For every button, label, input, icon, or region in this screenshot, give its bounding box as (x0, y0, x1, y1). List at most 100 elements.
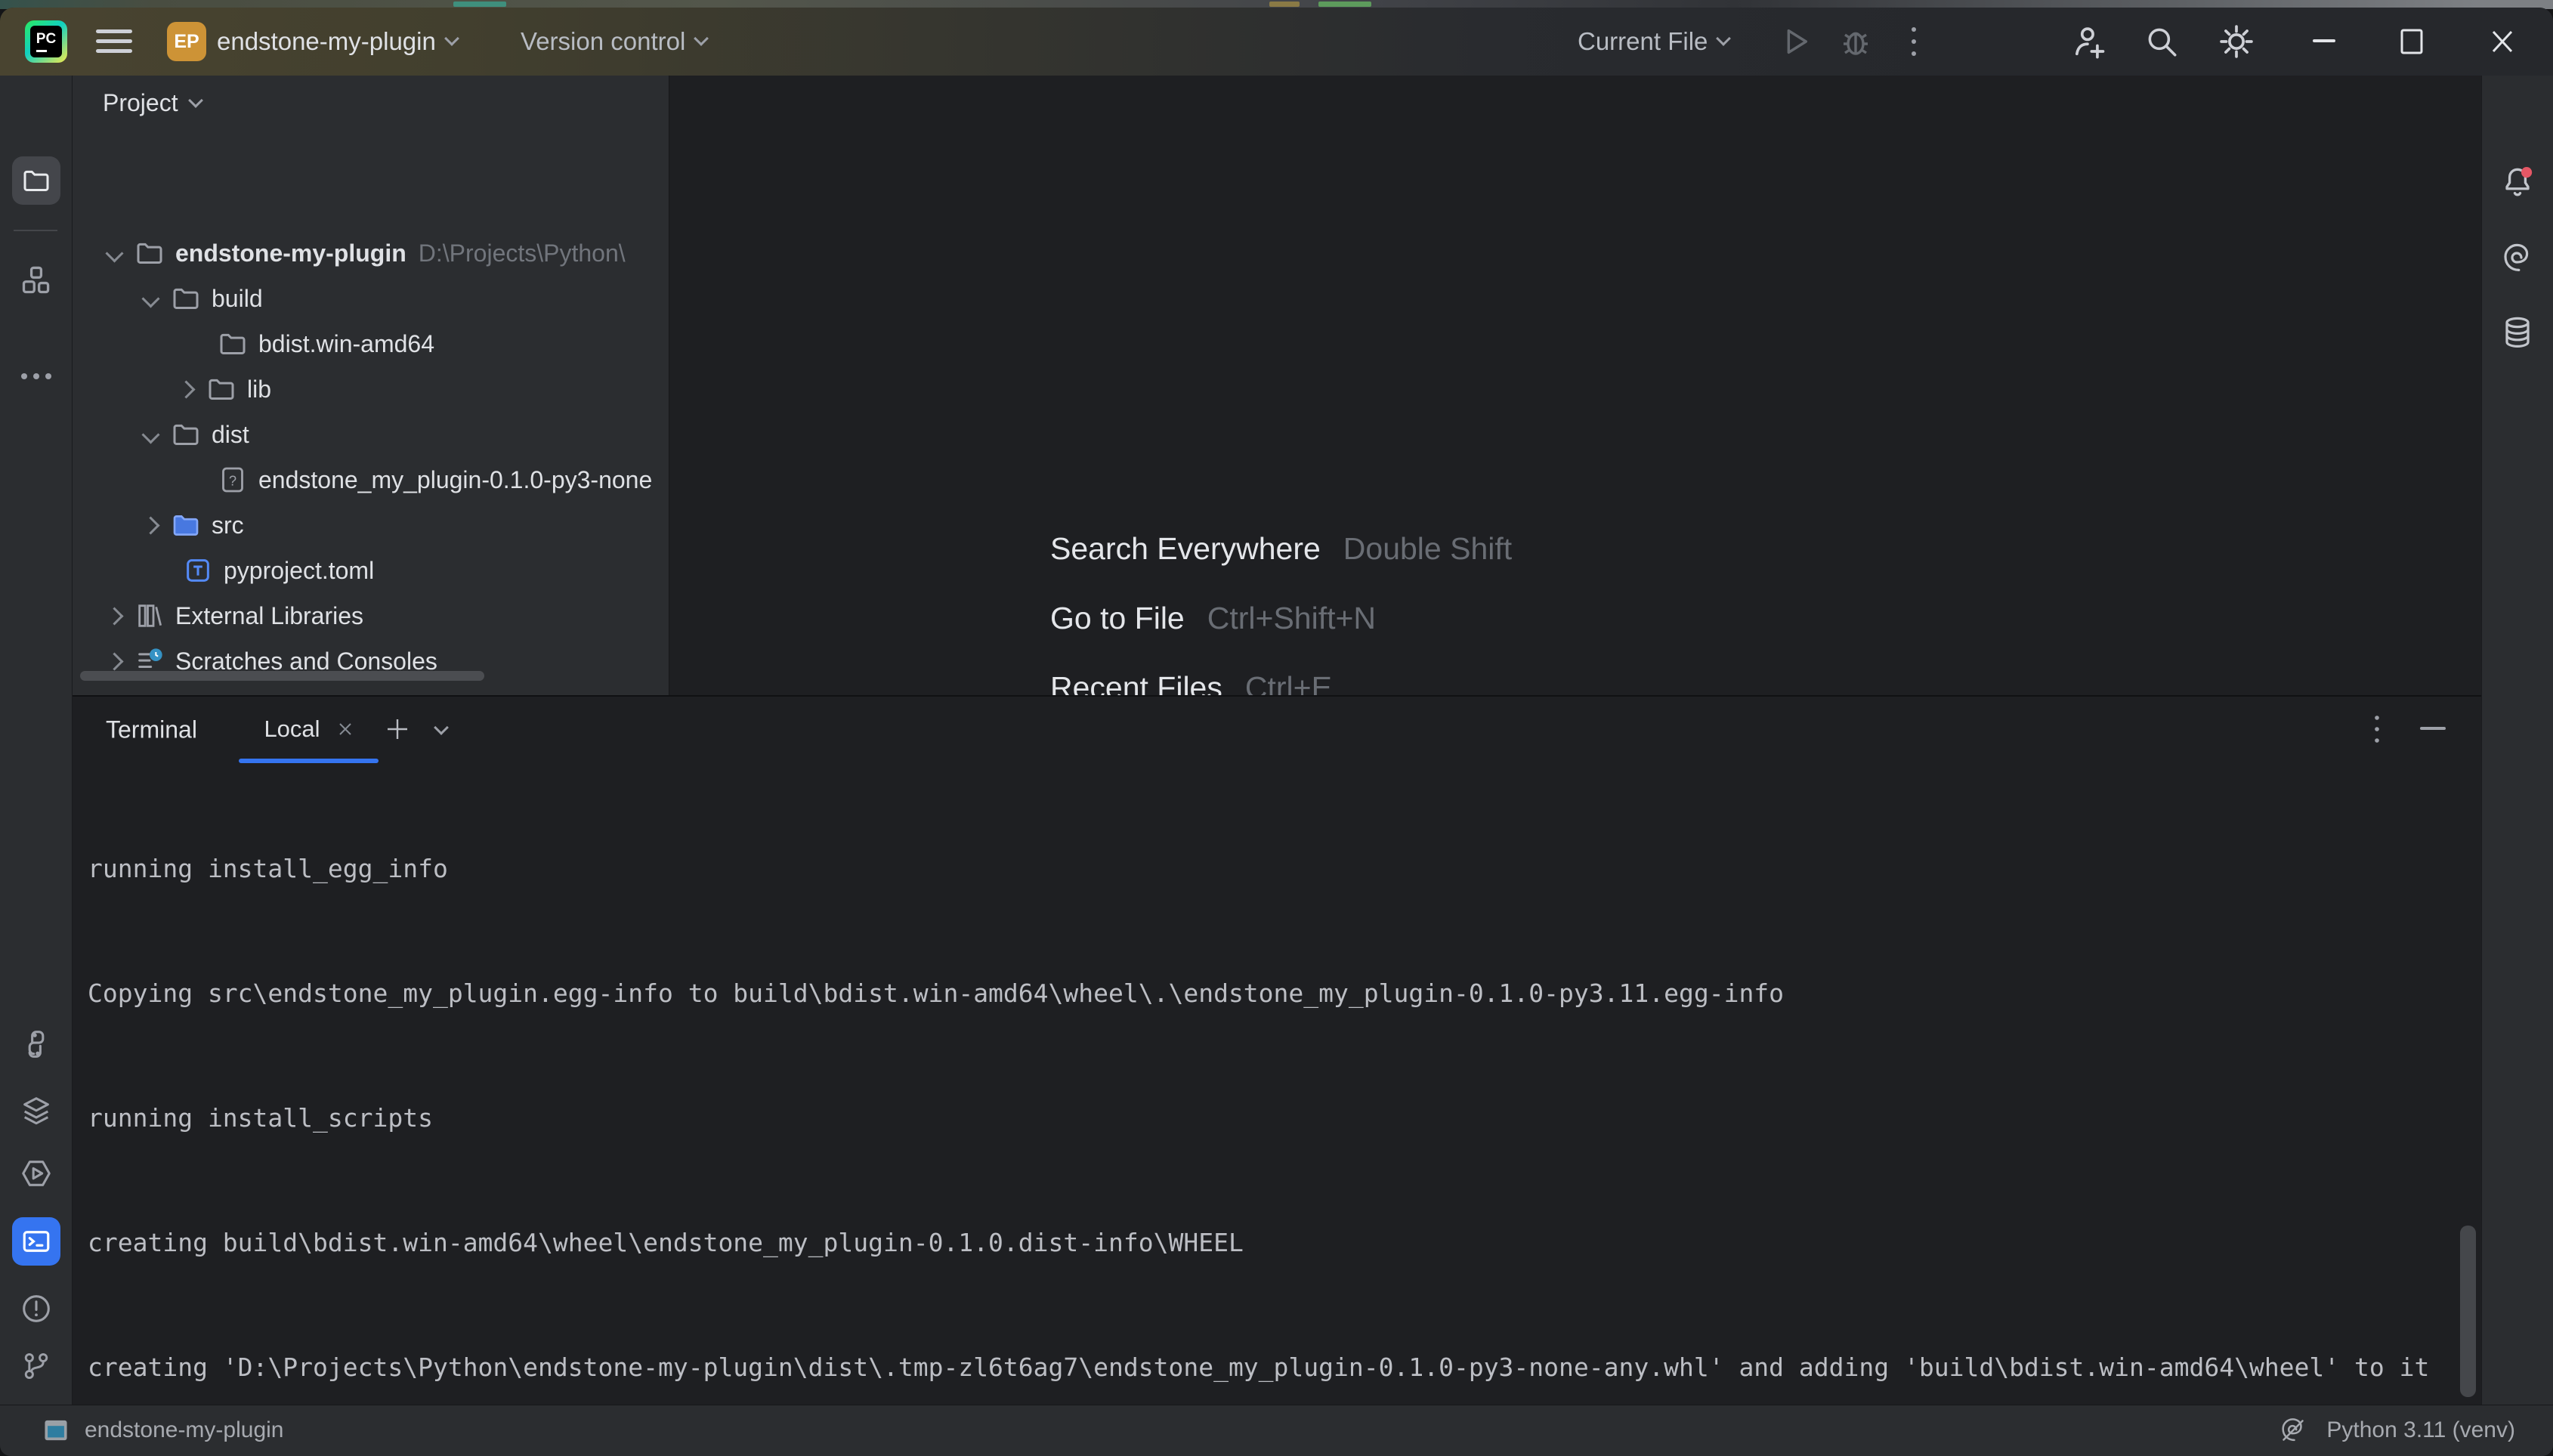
terminal-tab-label: Local (264, 716, 320, 743)
pycharm-logo-icon: PC (25, 20, 67, 63)
terminal-output[interactable]: running install_egg_info Copying src\end… (88, 765, 2459, 1407)
new-terminal-tab-button[interactable] (386, 718, 409, 740)
chevron-down-icon[interactable] (105, 244, 123, 262)
gear-icon (2217, 22, 2256, 61)
left-tool-stripe (0, 76, 73, 1405)
notifications-button[interactable] (2499, 163, 2536, 201)
terminal-scrollbar[interactable] (2460, 1226, 2476, 1397)
settings-button[interactable] (2217, 22, 2256, 61)
run-configuration-widget[interactable]: Current File (1578, 27, 1729, 56)
hide-terminal-button[interactable] (2420, 727, 2446, 731)
tree-item-label: build (212, 285, 263, 313)
chevron-down-icon[interactable] (141, 425, 159, 444)
folder-icon (206, 374, 236, 404)
terminal-tab-local[interactable]: Local (239, 697, 379, 762)
background-fragment (1269, 2, 1300, 7)
structure-tool-button[interactable] (20, 263, 53, 296)
git-branch-icon (20, 1349, 53, 1383)
more-tool-windows-button[interactable] (20, 373, 53, 380)
toml-file-icon (183, 555, 213, 586)
chevron-right-icon[interactable] (105, 607, 123, 625)
minimize-icon (2313, 39, 2335, 44)
close-button[interactable] (2480, 19, 2525, 64)
title-bar: PC EP endstone-my-plugin Version control… (0, 8, 2553, 76)
structure-icon (20, 263, 53, 296)
project-panel: Project endstone-my-plugin D:\Projects\P… (73, 76, 669, 695)
hexagon-play-icon (19, 1156, 54, 1191)
hint-label: Search Everywhere (1050, 531, 1321, 567)
terminal-options-button[interactable] (2373, 713, 2381, 745)
editor-area: Search Everywhere Double Shift Go to Fil… (669, 76, 2482, 695)
hint-shortcut: Double Shift (1343, 531, 1512, 567)
chevron-right-icon[interactable] (141, 516, 159, 534)
tree-row-src[interactable]: src (73, 502, 669, 548)
terminal-icon (20, 1226, 52, 1257)
tree-item-label: dist (212, 421, 249, 449)
services-tool-button[interactable] (19, 1093, 54, 1128)
editor-empty-hints: Search Everywhere Double Shift Go to Fil… (1050, 514, 1512, 722)
tree-row-pyproject[interactable]: pyproject.toml (73, 548, 669, 593)
project-tool-button[interactable] (12, 156, 60, 205)
debug-button[interactable] (1837, 23, 1874, 60)
folder-icon (21, 165, 51, 196)
terminal-title: Terminal (106, 716, 197, 744)
vcs-widget-label: Version control (521, 27, 685, 56)
tree-row-wheel-file[interactable]: ? endstone_my_plugin-0.1.0-py3-none (73, 457, 669, 502)
terminal-tab-dropdown-icon[interactable] (434, 720, 449, 735)
code-with-me-button[interactable] (2069, 22, 2108, 61)
terminal-panel: Terminal Local running install_egg_info … (73, 695, 2482, 1407)
chevron-down-icon (1716, 31, 1731, 46)
search-everywhere-button[interactable] (2143, 23, 2181, 60)
terminal-tool-button[interactable] (12, 1217, 60, 1266)
pycharm-window: PC EP endstone-my-plugin Version control… (0, 8, 2553, 1456)
folder-icon (218, 329, 248, 359)
tree-item-label: src (212, 512, 244, 539)
kebab-icon (1909, 23, 1919, 60)
status-interpreter-label: Python 3.11 (venv) (2326, 1417, 2515, 1443)
database-button[interactable] (2499, 314, 2536, 351)
tree-row-lib[interactable]: lib (73, 366, 669, 412)
ai-assistant-icon (2499, 240, 2536, 277)
window-icon (42, 1418, 70, 1442)
terminal-line: creating 'D:\Projects\Python\endstone-my… (88, 1346, 2459, 1388)
problems-tool-button[interactable] (19, 1291, 54, 1326)
tree-item-label: lib (247, 376, 271, 403)
run-tool-button[interactable] (19, 1156, 54, 1191)
database-icon (2499, 314, 2536, 351)
main-menu-button[interactable] (96, 26, 132, 57)
project-panel-header[interactable]: Project (103, 89, 201, 117)
maximize-icon (2400, 29, 2423, 54)
ai-assistant-button[interactable] (2499, 240, 2536, 277)
chevron-down-icon[interactable] (141, 289, 159, 308)
tree-row-bdist[interactable]: bdist.win-amd64 (73, 321, 669, 366)
minimize-button[interactable] (2301, 19, 2347, 64)
tree-item-label: bdist.win-amd64 (258, 330, 434, 358)
close-tab-icon[interactable] (337, 721, 354, 737)
chevron-right-icon[interactable] (177, 380, 195, 398)
folder-icon (134, 238, 165, 268)
version-control-tool-button[interactable] (20, 1349, 53, 1383)
unknown-file-icon: ? (218, 465, 248, 495)
status-bar: endstone-my-plugin Python 3.11 (venv) (0, 1405, 2553, 1456)
tree-row-dist[interactable]: dist (73, 412, 669, 457)
right-tool-stripe (2481, 76, 2553, 1405)
screen: PC EP endstone-my-plugin Version control… (0, 0, 2553, 1456)
run-button[interactable] (1777, 24, 1812, 59)
chevron-right-icon[interactable] (105, 652, 123, 670)
hamburger-icon (96, 26, 132, 57)
status-interpreter-widget[interactable]: Python 3.11 (venv) (2278, 1405, 2515, 1455)
tree-row-external-libraries[interactable]: External Libraries (73, 593, 669, 638)
vcs-widget[interactable]: Version control (521, 27, 706, 56)
more-actions-button[interactable] (1909, 23, 1919, 60)
hint-label: Go to File (1050, 601, 1185, 636)
status-project-widget[interactable]: endstone-my-plugin (42, 1405, 283, 1455)
tree-row-root[interactable]: endstone-my-plugin D:\Projects\Python\ (73, 230, 669, 276)
horizontal-scrollbar[interactable] (80, 671, 484, 681)
project-widget[interactable]: EP endstone-my-plugin (167, 22, 457, 61)
python-packages-tool-button[interactable] (19, 1027, 54, 1062)
tree-row-build[interactable]: build (73, 276, 669, 321)
maximize-button[interactable] (2389, 19, 2434, 64)
problems-icon (19, 1291, 54, 1326)
run-configuration-label: Current File (1578, 27, 1708, 56)
more-icon (20, 373, 53, 380)
